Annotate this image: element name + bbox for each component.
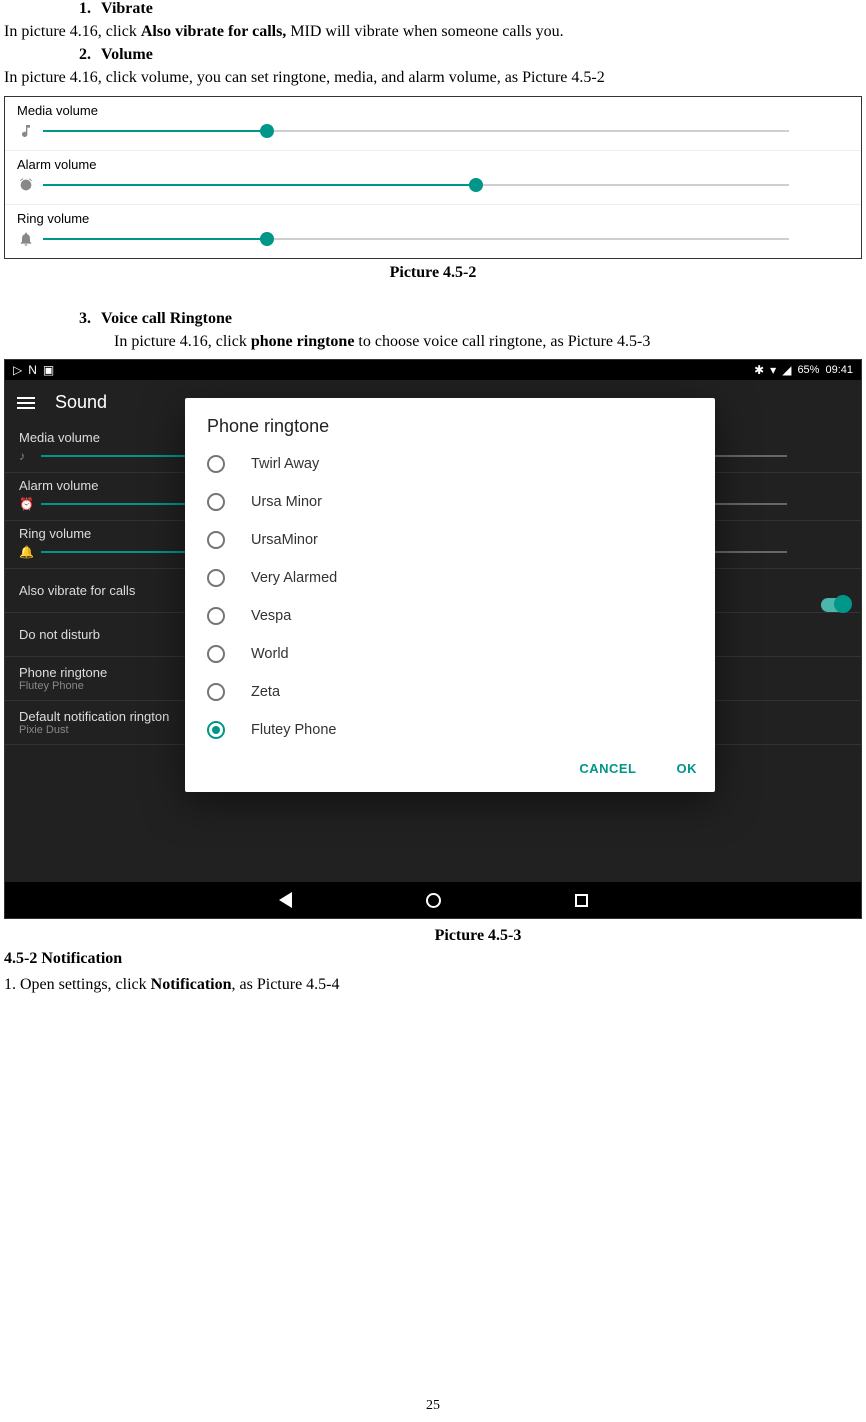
bluetooth-icon: ✱ (754, 363, 764, 377)
bell-icon: 🔔 (19, 545, 34, 559)
ringtone-option[interactable]: World (189, 635, 711, 673)
bell-icon (17, 230, 35, 248)
alarm-icon (17, 176, 35, 194)
ringtone-option[interactable]: UrsaMinor (189, 521, 711, 559)
radio-icon (207, 455, 225, 473)
section-452-heading: 4.5-2 Notification (4, 948, 862, 970)
ringtone-option[interactable]: Very Alarmed (189, 559, 711, 597)
toolbar-title: Sound (55, 392, 107, 413)
ringtone-option-label: Flutey Phone (251, 722, 336, 738)
signal-icon: ◢ (782, 363, 791, 377)
figure-volume-sliders: Media volume Alarm volume (4, 96, 862, 259)
ringtone-option-label: Zeta (251, 684, 280, 700)
time-text: 09:41 (825, 364, 853, 376)
cancel-button[interactable]: CANCEL (571, 755, 644, 782)
hamburger-icon[interactable] (17, 397, 35, 409)
radio-icon (207, 645, 225, 663)
wifi-icon: ▾ (770, 363, 776, 377)
bg-vibrate-label: Also vibrate for calls (19, 583, 135, 598)
figure-ringtone-dialog: ▷ N ▣ ✱ ▾ ◢ 65% 09:41 Sound Media volume… (4, 359, 862, 919)
image-icon: ▣ (43, 363, 54, 377)
ringtone-option[interactable]: Vespa (189, 597, 711, 635)
radio-icon (207, 607, 225, 625)
ringtone-option-label: UrsaMinor (251, 532, 318, 548)
ringtone-option-label: Vespa (251, 608, 291, 624)
list-label-vibrate: Vibrate (101, 0, 153, 18)
ringtone-option-label: World (251, 646, 289, 662)
ringtone-dialog: Phone ringtone Twirl Away Ursa Minor UrsaM… (185, 398, 715, 792)
para-notification: 1. Open settings, click Notification, as… (4, 974, 862, 996)
para-vibrate: In picture 4.16, click Also vibrate for … (4, 21, 862, 43)
battery-text: 65% (797, 364, 819, 376)
android-navbar (5, 882, 861, 918)
radio-icon (207, 721, 225, 739)
radio-icon (207, 531, 225, 549)
nav-recent-icon[interactable] (572, 891, 590, 909)
nav-home-icon[interactable] (424, 891, 442, 909)
ringtone-option-label: Twirl Away (251, 456, 319, 472)
ringtone-option-label: Very Alarmed (251, 570, 337, 586)
alarm-volume-slider[interactable] (43, 176, 789, 194)
caption-453: Picture 4.5-3 (4, 927, 862, 945)
list-label-volume: Volume (101, 46, 153, 64)
nav-back-icon[interactable] (276, 891, 294, 909)
n-icon: N (28, 363, 37, 377)
bg-dnd-label[interactable]: Do not disturb (19, 627, 100, 642)
media-volume-slider[interactable] (43, 122, 789, 140)
ringtone-option-label: Ursa Minor (251, 494, 322, 510)
ok-button[interactable]: OK (669, 755, 706, 782)
music-note-icon (17, 122, 35, 140)
list-number-2: 2. (79, 46, 91, 64)
alarm-icon: ⏰ (19, 497, 34, 511)
radio-icon (207, 683, 225, 701)
status-bar: ▷ N ▣ ✱ ▾ ◢ 65% 09:41 (5, 360, 861, 380)
list-number-3: 3. (79, 310, 91, 328)
caption-452: Picture 4.5-2 (4, 264, 862, 282)
music-note-icon: ♪ (19, 449, 25, 463)
list-label-ringtone: Voice call Ringtone (101, 310, 232, 328)
ringtone-option[interactable]: Flutey Phone (189, 711, 711, 749)
ringtone-option[interactable]: Zeta (189, 673, 711, 711)
radio-icon (207, 493, 225, 511)
alarm-volume-label: Alarm volume (17, 157, 849, 172)
vibrate-switch[interactable] (821, 598, 849, 612)
ring-volume-slider[interactable] (43, 230, 789, 248)
para-volume: In picture 4.16, click volume, you can s… (4, 67, 862, 89)
radio-icon (207, 569, 225, 587)
ring-volume-label: Ring volume (17, 211, 849, 226)
play-icon: ▷ (13, 363, 22, 377)
ringtone-option[interactable]: Twirl Away (189, 445, 711, 483)
list-number-1: 1. (79, 0, 91, 18)
media-volume-label: Media volume (17, 103, 849, 118)
para-ringtone: In picture 4.16, click phone ringtone to… (114, 331, 862, 353)
ringtone-option[interactable]: Ursa Minor (189, 483, 711, 521)
dialog-title: Phone ringtone (185, 398, 715, 445)
page-number: 25 (0, 1398, 866, 1414)
